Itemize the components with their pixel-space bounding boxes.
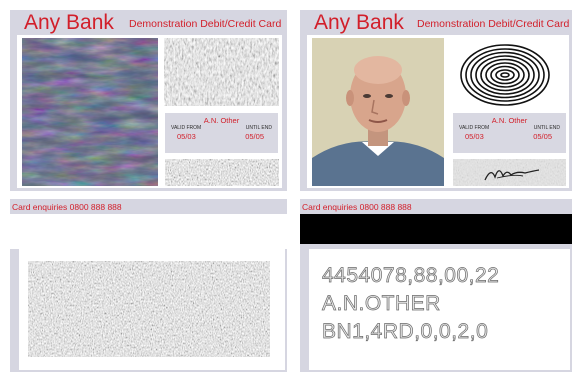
signature-icon xyxy=(453,159,566,186)
until-end-label: UNTIL END xyxy=(533,125,560,131)
date-values-row: 05/03 05/05 xyxy=(165,132,278,141)
card-back-personal: Card enquiries 0800 888 888 4454078,88,0… xyxy=(300,199,572,372)
valid-from-label: VALID FROM xyxy=(459,125,490,131)
card-inner-panel xyxy=(19,249,285,370)
cardholder-name: A.N. Other xyxy=(203,116,240,125)
embossed-card-number: 4454078,88,00,22 xyxy=(322,264,500,288)
card-inner-panel: A.N. Other VALID FROM UNTIL END 05/03 05… xyxy=(17,35,282,188)
bank-name: Any Bank xyxy=(314,11,404,34)
portrait-photo-icon xyxy=(312,38,444,186)
date-labels-row: VALID FROM UNTIL END xyxy=(165,125,278,132)
cardholder-panel: A.N. Other VALID FROM UNTIL END 05/03 05… xyxy=(453,113,566,153)
noise-texture-icon xyxy=(165,159,279,186)
abstract-texture-icon xyxy=(22,38,158,186)
card-inner-panel: A.N. Other VALID FROM UNTIL END 05/03 05… xyxy=(307,35,569,188)
card-type-label: Demonstration Debit/Credit Card xyxy=(129,18,282,30)
card-inner-panel: 4454078,88,00,22 A.N.OTHER BN1,4RD,0,0,2… xyxy=(309,249,570,370)
valid-from-date: 05/03 xyxy=(465,132,484,141)
card-enquiries-text: Card enquiries 0800 888 888 xyxy=(302,202,412,212)
embossed-holder-name: A.N.OTHER xyxy=(322,292,441,316)
until-end-label: UNTIL END xyxy=(245,125,272,131)
valid-from-label: VALID FROM xyxy=(171,125,202,131)
date-values-row: 05/03 05/05 xyxy=(453,132,566,141)
until-end-date: 05/05 xyxy=(245,132,264,141)
card-back-strip xyxy=(10,214,287,249)
bank-name: Any Bank xyxy=(24,11,114,34)
until-end-date: 05/05 xyxy=(533,132,552,141)
fingerprint-icon xyxy=(457,43,553,107)
card-enquiries-text: Card enquiries 0800 888 888 xyxy=(12,202,122,212)
cardholder-panel: A.N. Other VALID FROM UNTIL END 05/03 05… xyxy=(165,113,278,153)
valid-from-date: 05/03 xyxy=(177,132,196,141)
card-type-label: Demonstration Debit/Credit Card xyxy=(417,18,570,30)
noise-texture-icon xyxy=(164,38,279,106)
cardholder-name: A.N. Other xyxy=(491,116,528,125)
date-labels-row: VALID FROM UNTIL END xyxy=(453,125,566,132)
card-front-security: Any Bank Demonstration Debit/Credit Card… xyxy=(10,10,287,191)
card-front-personal: Any Bank Demonstration Debit/Credit Card xyxy=(300,10,572,191)
card-back-security: Card enquiries 0800 888 888 xyxy=(10,199,287,372)
magnetic-stripe xyxy=(300,214,572,244)
noise-texture-icon xyxy=(28,261,270,357)
embossed-postcode-line: BN1,4RD,0,0,2,0 xyxy=(322,320,489,344)
